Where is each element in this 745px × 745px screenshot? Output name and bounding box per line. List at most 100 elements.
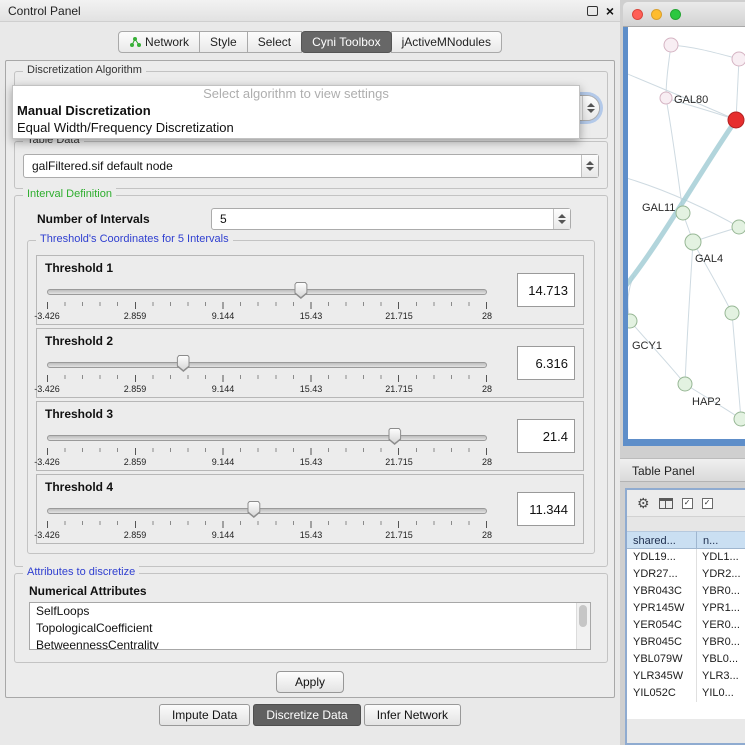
application-window: Control Panel × Network Style Select	[0, 0, 745, 745]
tab-infer-network[interactable]: Infer Network	[364, 704, 461, 726]
attributes-group: Attributes to discretize Numerical Attri…	[14, 573, 608, 663]
slider-track[interactable]	[47, 435, 487, 441]
apply-button[interactable]: Apply	[276, 671, 344, 693]
threshold-2-slider[interactable]: -3.426 2.859 9.144 15.43 21.715 28	[47, 353, 487, 395]
network-canvas[interactable]: GAL80 GAL11 GAL4 GCY1 HAP2	[628, 27, 745, 439]
node[interactable]	[628, 314, 637, 328]
node[interactable]	[725, 306, 739, 320]
tab-style[interactable]: Style	[199, 31, 248, 53]
threshold-3-value-field[interactable]: 21.4	[517, 419, 575, 453]
scale-label: 9.144	[212, 384, 235, 394]
threshold-4-slider[interactable]: -3.426 2.859 9.144 15.43 21.715 28	[47, 499, 487, 541]
float-window-icon[interactable]	[587, 6, 598, 16]
threshold-3-slider[interactable]: -3.426 2.859 9.144 15.43 21.715 28	[47, 426, 487, 468]
slider-track[interactable]	[47, 362, 487, 368]
table-row[interactable]: YER054C YER0...	[627, 617, 745, 634]
cell[interactable]: YIL0...	[697, 685, 745, 702]
cell[interactable]: YIL052C	[627, 685, 697, 702]
slider-thumb[interactable]	[177, 355, 190, 372]
cell[interactable]: YPR145W	[627, 600, 697, 617]
number-of-intervals-combobox[interactable]: 5	[211, 208, 571, 230]
threshold-4-panel: Threshold 4 -3.426 2.859 9.144 15.43 21.…	[36, 474, 584, 544]
close-panel-icon[interactable]: ×	[606, 0, 614, 22]
threshold-2-value-field[interactable]: 6.316	[517, 346, 575, 380]
tab-discretize-data[interactable]: Discretize Data	[253, 704, 360, 726]
scale-label: 21.715	[385, 457, 413, 467]
slider-thumb[interactable]	[247, 501, 260, 518]
node[interactable]	[660, 92, 672, 104]
slider-thumb[interactable]	[294, 282, 307, 299]
tab-network[interactable]: Network	[118, 31, 200, 53]
cell[interactable]: YBL079W	[627, 651, 697, 668]
table-row[interactable]: YBR045C YBR0...	[627, 634, 745, 651]
slider-track[interactable]	[47, 289, 487, 295]
cell[interactable]: YPR1...	[697, 600, 745, 617]
zoom-window-icon[interactable]	[670, 9, 681, 20]
node[interactable]	[732, 52, 745, 66]
checkbox-icon[interactable]: ✓	[682, 498, 693, 509]
thresholds-group-title: Threshold's Coordinates for 5 Intervals	[36, 233, 233, 245]
threshold-1-slider[interactable]: -3.426 2.859 9.144 15.43 21.715 28	[47, 280, 487, 322]
node[interactable]	[732, 220, 745, 234]
cell[interactable]: YDR2...	[697, 566, 745, 583]
option-manual-discretization[interactable]: Manual Discretization	[13, 102, 579, 119]
node[interactable]	[664, 38, 678, 52]
table-row[interactable]: YBR043C YBR0...	[627, 583, 745, 600]
cell[interactable]: YBR045C	[627, 634, 697, 651]
tab-jactivemodules[interactable]: jActiveMNodules	[391, 31, 502, 53]
threshold-1-value-field[interactable]: 14.713	[517, 273, 575, 307]
algorithm-placeholder[interactable]: Select algorithm to view settings	[13, 86, 579, 102]
cell[interactable]: YBR0...	[697, 583, 745, 600]
node[interactable]	[685, 234, 701, 250]
table-row[interactable]: YLR345W YLR3...	[627, 668, 745, 685]
close-window-icon[interactable]	[632, 9, 643, 20]
scrollbar-thumb[interactable]	[579, 605, 587, 627]
intervals-stepper[interactable]	[553, 209, 570, 229]
table-row[interactable]: YBL079W YBL0...	[627, 651, 745, 668]
cell[interactable]: YDL19...	[627, 549, 697, 566]
checkbox-icon[interactable]: ✓	[702, 498, 713, 509]
node[interactable]	[676, 206, 690, 220]
threshold-2-label: Threshold 2	[45, 334, 113, 348]
column-header-shared-name[interactable]: shared...	[627, 531, 697, 549]
stepper-down-icon	[586, 167, 594, 171]
table-row[interactable]: YIL052C YIL0...	[627, 685, 745, 702]
gear-icon[interactable]: ⚙	[637, 496, 650, 510]
node-label: HAP2	[692, 396, 721, 408]
list-item[interactable]: TopologicalCoefficient	[30, 620, 590, 637]
cell[interactable]: YLR345W	[627, 668, 697, 685]
columns-icon[interactable]	[659, 498, 673, 509]
cell[interactable]: YLR3...	[697, 668, 745, 685]
table-row[interactable]: YDR27... YDR2...	[627, 566, 745, 583]
table-data-combobox[interactable]: galFiltered.sif default node	[23, 154, 599, 178]
cell[interactable]: YER054C	[627, 617, 697, 634]
algorithm-combobox-stepper[interactable]	[582, 96, 599, 120]
table-row[interactable]: YPR145W YPR1...	[627, 600, 745, 617]
numerical-attributes-list[interactable]: SelfLoops TopologicalCoefficient Between…	[29, 602, 591, 650]
cell[interactable]: YER0...	[697, 617, 745, 634]
column-header-name[interactable]: n...	[697, 531, 745, 549]
cell[interactable]: YBR0...	[697, 634, 745, 651]
option-equal-width-frequency[interactable]: Equal Width/Frequency Discretization	[13, 119, 579, 136]
list-item[interactable]: BetweennessCentrality	[30, 637, 590, 650]
cell[interactable]: YBR043C	[627, 583, 697, 600]
node-label: GAL4	[695, 253, 723, 265]
table-row[interactable]: YDL19... YDL1...	[627, 549, 745, 566]
scale-label: -3.426	[34, 311, 60, 321]
list-scrollbar[interactable]	[576, 603, 590, 649]
node[interactable]	[734, 412, 745, 426]
slider-track[interactable]	[47, 508, 487, 514]
list-item[interactable]: SelfLoops	[30, 603, 590, 620]
tab-cyni-toolbox[interactable]: Cyni Toolbox	[301, 31, 391, 53]
tab-impute-data[interactable]: Impute Data	[159, 704, 250, 726]
cell[interactable]: YDL1...	[697, 549, 745, 566]
cell[interactable]: YDR27...	[627, 566, 697, 583]
cell[interactable]: YBL0...	[697, 651, 745, 668]
threshold-4-value-field[interactable]: 11.344	[517, 492, 575, 526]
tab-select[interactable]: Select	[247, 31, 302, 53]
node[interactable]	[678, 377, 692, 391]
slider-thumb[interactable]	[388, 428, 401, 445]
minimize-window-icon[interactable]	[651, 9, 662, 20]
table-data-stepper[interactable]	[581, 155, 598, 177]
selected-node[interactable]	[728, 112, 744, 128]
